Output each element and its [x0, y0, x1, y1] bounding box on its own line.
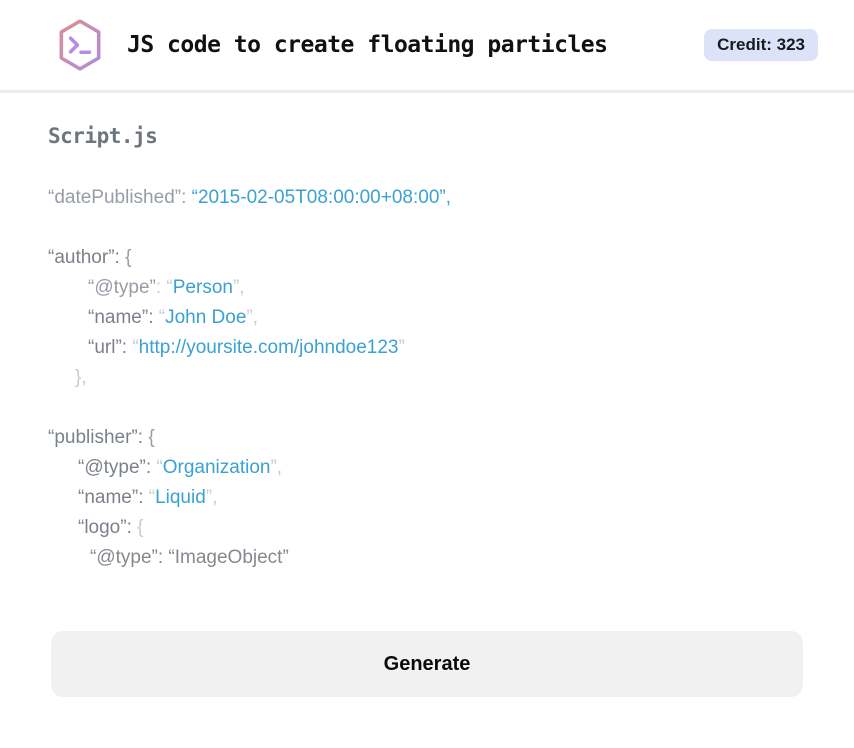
code-line: “author”: {	[48, 247, 132, 268]
code-line: “name”: “Liquid”,	[78, 487, 218, 508]
code-line: “datePublished”: “2015-02-05T08:00:00+08…	[48, 187, 451, 208]
code-line: “name”: “John Doe”,	[88, 307, 259, 328]
code-line: “@type”: “Organization”,	[78, 457, 283, 478]
main-content: Script.js “datePublished”: “2015-02-05T0…	[0, 124, 854, 697]
terminal-hexagon-icon	[55, 18, 105, 72]
credit-badge: Credit: 323	[704, 29, 818, 61]
generate-button[interactable]: Generate	[51, 631, 803, 697]
code-block: “datePublished”: “2015-02-05T08:00:00+08…	[48, 183, 806, 573]
code-line: “@type”: “ImageObject”	[90, 547, 289, 568]
code-line: “@type”: “Person”,	[88, 277, 245, 298]
filename-heading: Script.js	[48, 124, 158, 148]
page-title: JS code to create floating particles	[127, 32, 608, 58]
code-line: },	[75, 367, 87, 388]
header: JS code to create floating particles Cre…	[0, 0, 854, 93]
code-line: “url”: “http://yoursite.com/johndoe123”	[88, 337, 405, 358]
code-line: “logo”: {	[78, 517, 144, 538]
code-line: “publisher”: {	[48, 427, 155, 448]
